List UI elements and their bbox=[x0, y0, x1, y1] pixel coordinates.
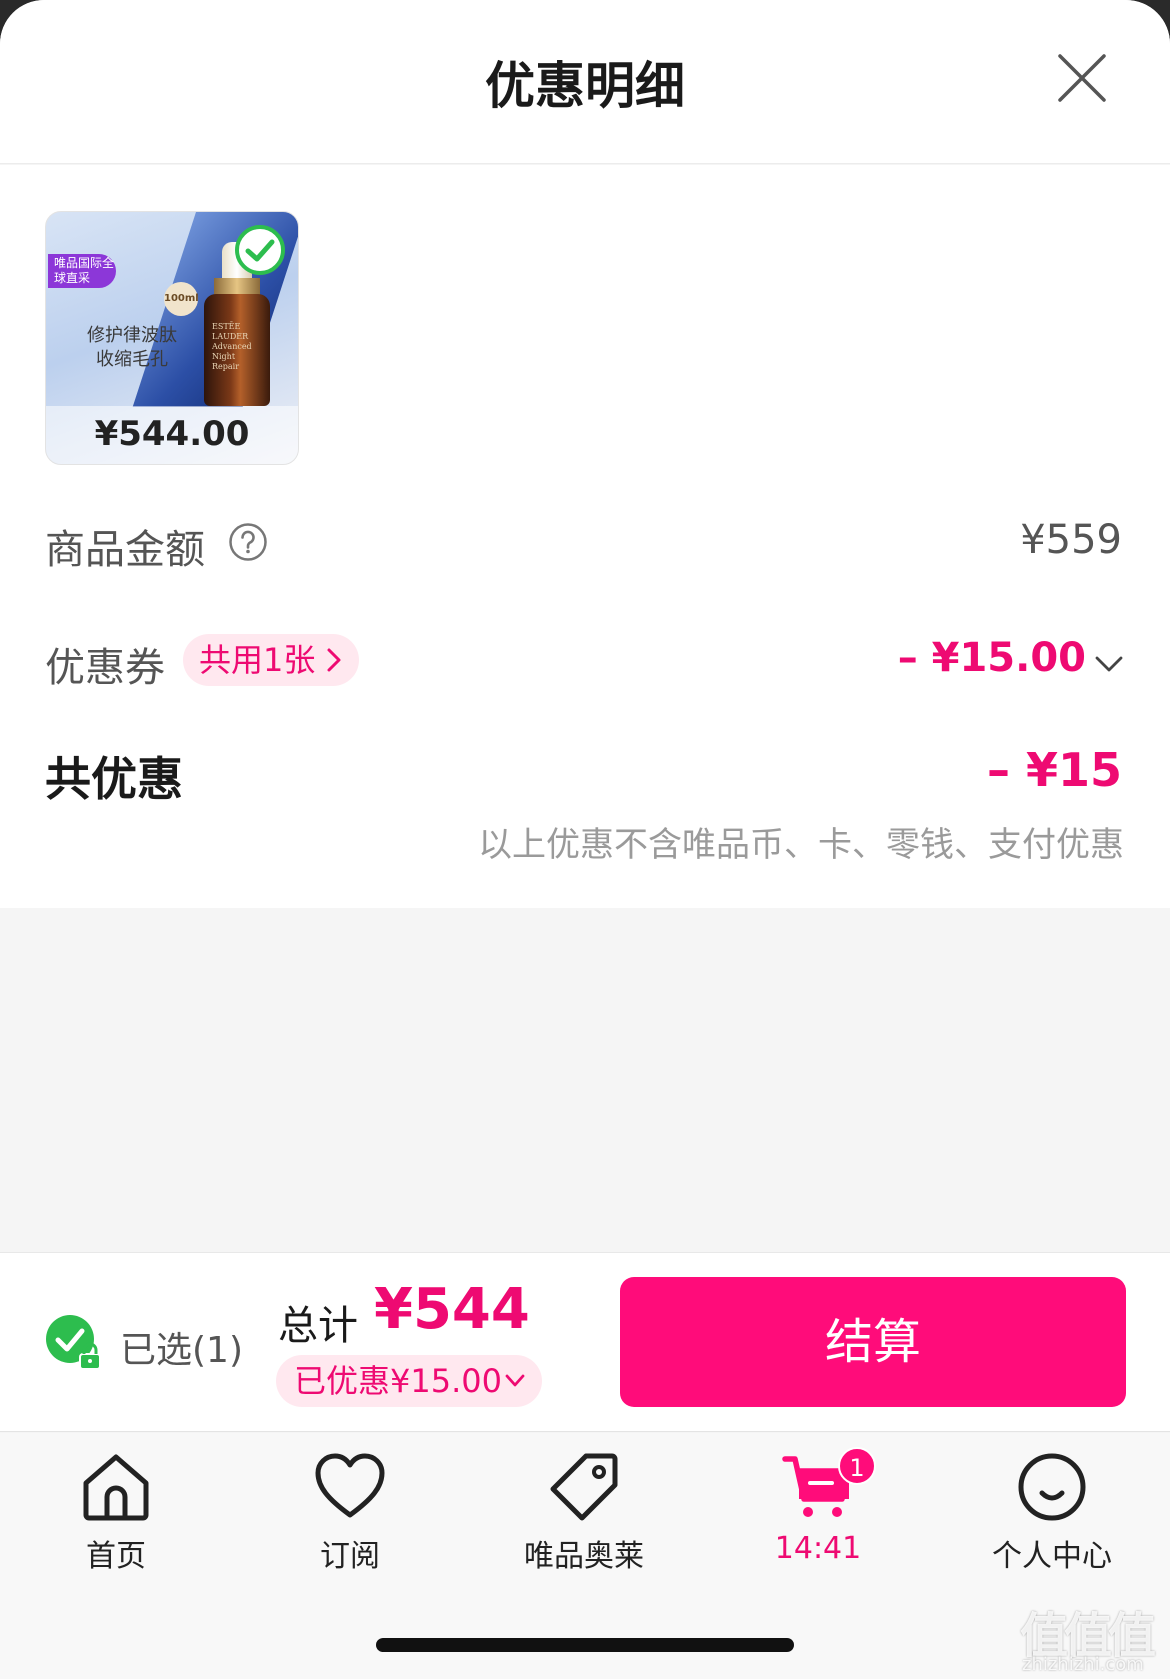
total-discount-label: 共优惠 bbox=[45, 752, 183, 806]
tab-subscribe[interactable]: 订阅 bbox=[270, 1451, 430, 1574]
site-watermark: 值值值 zhizhizhi.com bbox=[1020, 1596, 1170, 1679]
slogan-line-2: 收缩毛孔 bbox=[96, 349, 168, 370]
coupon-discount-value[interactable]: – ¥15.00 bbox=[898, 635, 1086, 681]
watermark-url: zhizhizhi.com bbox=[1022, 1654, 1144, 1675]
discount-detail-sheet: 优惠明细 唯品国际全球直采 100ml 修护律波肽 收缩毛孔 ESTĒE LAU… bbox=[0, 0, 1170, 1679]
select-all-check-icon[interactable] bbox=[44, 1313, 104, 1373]
cart-count-badge: 1 bbox=[838, 1447, 876, 1485]
coupon-count-text: 共用1张 bbox=[199, 641, 316, 679]
chevron-right-icon bbox=[327, 648, 341, 672]
coupon-count-tag[interactable]: 共用1张 bbox=[183, 634, 359, 686]
home-icon bbox=[83, 1454, 149, 1521]
tag-icon bbox=[550, 1453, 618, 1521]
product-price: ¥544.00 bbox=[94, 414, 250, 454]
sheet-title: 优惠明细 bbox=[485, 57, 685, 115]
close-icon[interactable] bbox=[1054, 50, 1110, 106]
checkout-button[interactable]: 结算 bbox=[620, 1277, 1126, 1407]
discount-content: 唯品国际全球直采 100ml 修护律波肽 收缩毛孔 ESTĒE LAUDER A… bbox=[0, 165, 1170, 908]
tab-profile-label: 个人中心 bbox=[992, 1539, 1112, 1574]
tab-vip-outlet-label: 唯品奥莱 bbox=[524, 1539, 644, 1574]
discount-note: 以上优惠不含唯品币、卡、零钱、支付优惠 bbox=[478, 825, 1124, 865]
global-purchase-badge: 唯品国际全球直采 bbox=[48, 254, 116, 288]
selected-count-label: 已选(1) bbox=[120, 1330, 243, 1371]
selected-check-icon[interactable] bbox=[234, 224, 286, 276]
sum-value: ¥544 bbox=[374, 1277, 530, 1342]
goods-amount-label: 商品金额 bbox=[45, 527, 205, 573]
product-slogan: 修护律波肽 收缩毛孔 bbox=[62, 324, 202, 372]
bottle-label: ESTĒE LAUDER Advanced Night Repair bbox=[212, 322, 252, 371]
checkout-bar: 已选(1) 总计 ¥544 已优惠¥15.00 结算 bbox=[0, 1252, 1170, 1432]
coupon-label: 优惠券 bbox=[45, 645, 165, 691]
sum-label: 总计 bbox=[278, 1303, 358, 1349]
saved-amount-text: 已优惠¥15.00 bbox=[294, 1362, 502, 1400]
total-discount-value: – ¥15 bbox=[986, 743, 1122, 797]
tab-cart-timer: 14:41 bbox=[774, 1531, 862, 1566]
heart-icon bbox=[315, 1453, 385, 1518]
slogan-line-1: 修护律波肽 bbox=[87, 325, 177, 346]
home-indicator bbox=[376, 1638, 794, 1652]
chevron-down-icon[interactable] bbox=[1094, 654, 1124, 674]
tab-home-label: 首页 bbox=[86, 1539, 146, 1574]
tab-home[interactable]: 首页 bbox=[36, 1451, 196, 1574]
help-icon[interactable] bbox=[228, 522, 268, 562]
tab-cart[interactable]: 1 14:41 bbox=[738, 1447, 898, 1571]
goods-amount-value: ¥559 bbox=[1020, 517, 1122, 563]
smiley-icon bbox=[1018, 1453, 1086, 1521]
product-thumbnail[interactable]: 唯品国际全球直采 100ml 修护律波肽 收缩毛孔 ESTĒE LAUDER A… bbox=[45, 211, 299, 465]
sheet-header: 优惠明细 bbox=[0, 0, 1170, 164]
tab-profile[interactable]: 个人中心 bbox=[972, 1451, 1132, 1574]
tab-subscribe-label: 订阅 bbox=[320, 1539, 380, 1574]
saved-amount-pill[interactable]: 已优惠¥15.00 bbox=[276, 1355, 542, 1407]
tab-vip-outlet[interactable]: 唯品奥莱 bbox=[504, 1451, 664, 1574]
chevron-down-icon bbox=[505, 1374, 525, 1387]
size-badge: 100ml bbox=[164, 282, 199, 316]
